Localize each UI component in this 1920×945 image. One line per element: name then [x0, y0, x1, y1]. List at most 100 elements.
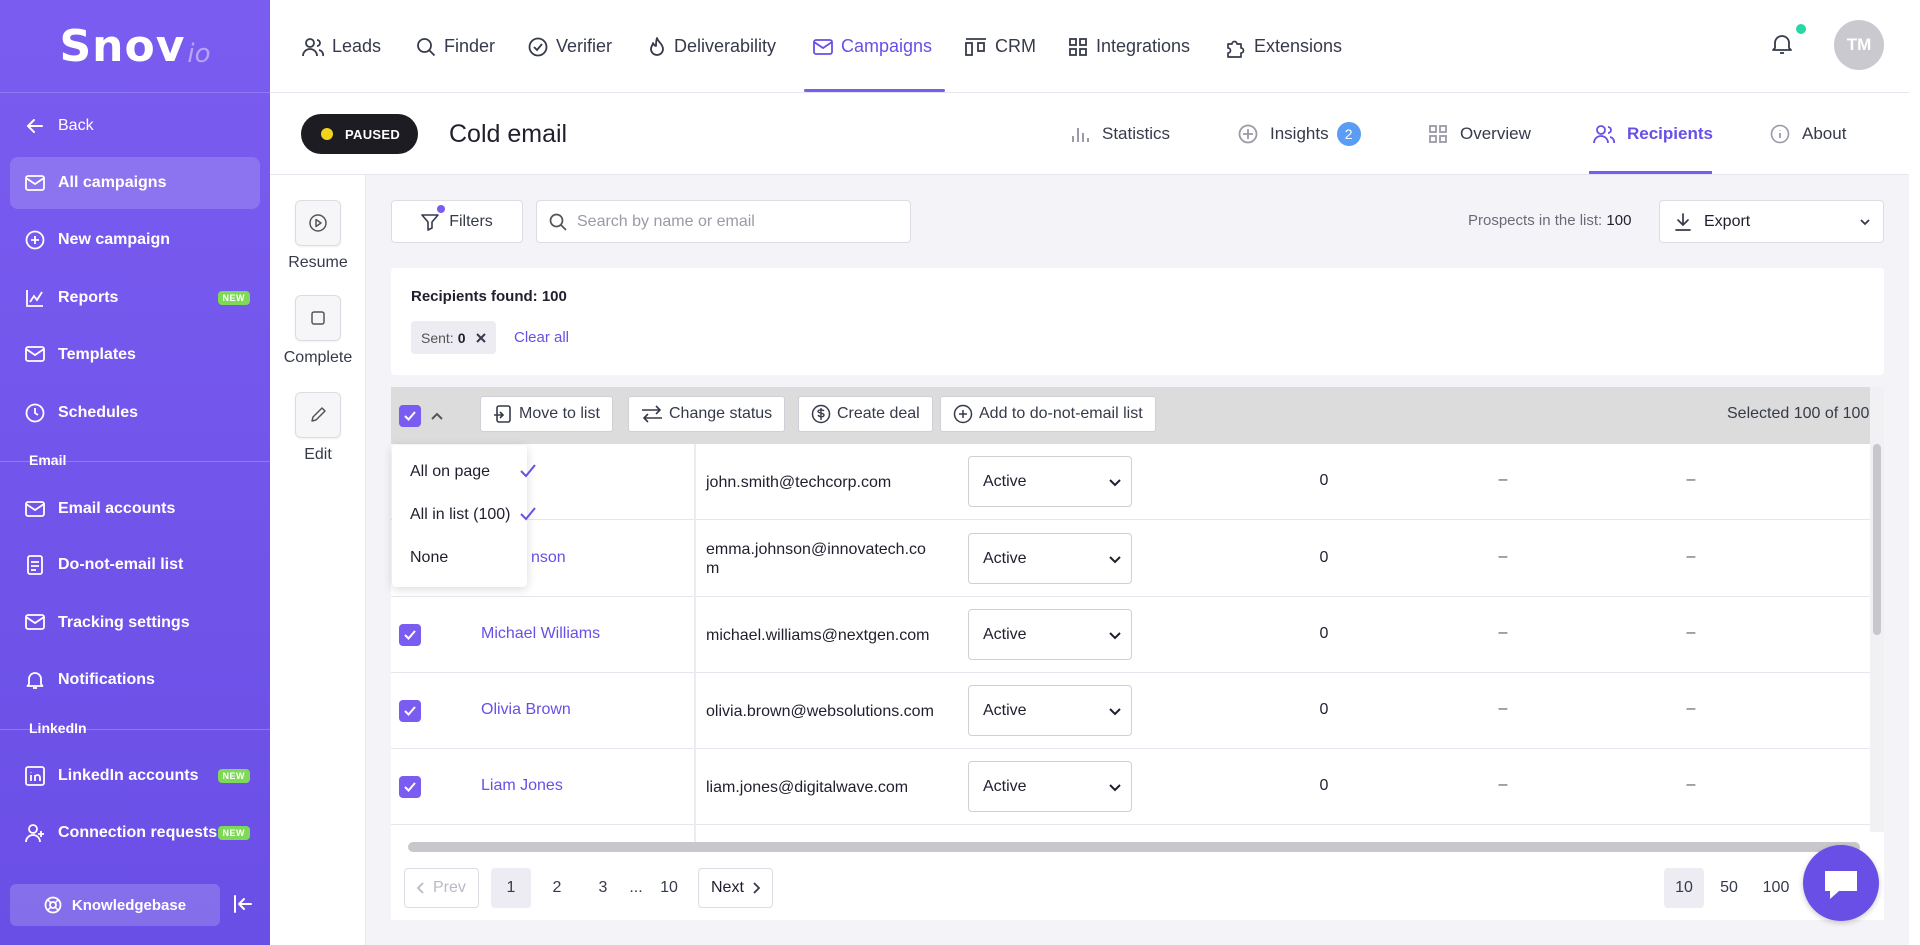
- status-select[interactable]: Active: [968, 761, 1132, 812]
- collapse-sidebar-icon[interactable]: [232, 893, 254, 915]
- vertical-scrollbar-thumb[interactable]: [1873, 444, 1881, 635]
- page-3[interactable]: 3: [583, 868, 623, 908]
- select-none[interactable]: None: [410, 549, 448, 567]
- status-select[interactable]: Active: [968, 685, 1132, 736]
- page-2[interactable]: 2: [537, 868, 577, 908]
- cell-dash: –: [1498, 471, 1508, 488]
- resume-button[interactable]: Resume: [270, 200, 366, 272]
- tab-insights[interactable]: Insights 2: [1238, 93, 1361, 175]
- search-field[interactable]: [536, 200, 911, 243]
- search-input[interactable]: [577, 212, 897, 231]
- status-select[interactable]: Active: [968, 533, 1132, 584]
- clock-icon: [24, 402, 46, 424]
- table-row[interactable]: john.smith@techcorp.com Active 0 – –: [391, 444, 1871, 520]
- nav-leads[interactable]: Leads: [302, 0, 381, 93]
- status-select[interactable]: Active: [968, 456, 1132, 507]
- filters-button[interactable]: Filters: [391, 200, 523, 243]
- page-size-50[interactable]: 50: [1709, 868, 1749, 908]
- sidebar-item-all-campaigns[interactable]: All campaigns: [10, 157, 260, 209]
- filters-label: Filters: [449, 212, 493, 230]
- sidebar-item-new-campaign[interactable]: New campaign: [10, 214, 260, 266]
- select-all-in-list[interactable]: All in list (100): [410, 506, 510, 524]
- tab-overview[interactable]: Overview: [1428, 93, 1531, 175]
- chevron-up-icon[interactable]: [431, 411, 443, 421]
- complete-label: Complete: [283, 349, 353, 366]
- edit-button[interactable]: Edit: [270, 392, 366, 464]
- sent-count: 0: [1319, 549, 1329, 566]
- recipient-name[interactable]: Michael Williams: [481, 625, 600, 643]
- logo[interactable]: Snov io: [0, 0, 270, 93]
- sidebar-item-reports[interactable]: Reports NEW: [10, 272, 260, 324]
- cell-dash: –: [1686, 471, 1696, 488]
- select-all-checkbox[interactable]: [399, 405, 421, 427]
- add-to-do-not-email-button[interactable]: Add to do-not-email list: [940, 396, 1156, 432]
- knowledgebase-button[interactable]: Knowledgebase: [10, 884, 220, 926]
- sidebar: Snov io Back All campaigns New campaign R…: [0, 0, 270, 945]
- avatar[interactable]: TM: [1834, 20, 1884, 70]
- table-row[interactable]: Michael Williams michael.williams@nextge…: [391, 597, 1871, 673]
- clear-all-link[interactable]: Clear all: [514, 329, 569, 346]
- nav-crm[interactable]: CRM: [965, 0, 1036, 93]
- tab-label: Statistics: [1102, 124, 1171, 143]
- row-checkbox[interactable]: [399, 700, 421, 722]
- sidebar-item-email-accounts[interactable]: Email accounts: [10, 483, 260, 535]
- nav-label: CRM: [995, 36, 1036, 56]
- recipient-name[interactable]: nson: [531, 549, 566, 567]
- horizontal-scrollbar[interactable]: [408, 842, 1860, 852]
- tab-recipients[interactable]: Recipients: [1593, 93, 1713, 175]
- nav-integrations[interactable]: Integrations: [1068, 0, 1190, 93]
- select-all-on-page[interactable]: All on page: [410, 463, 490, 481]
- section-divider: [0, 729, 270, 730]
- prev-page-button[interactable]: Prev: [404, 868, 479, 908]
- table-row[interactable]: Olivia Brown olivia.brown@websolutions.c…: [391, 673, 1871, 749]
- status-value: Active: [983, 777, 1027, 795]
- tab-statistics[interactable]: Statistics: [1070, 93, 1170, 175]
- page-size-100[interactable]: 100: [1752, 868, 1800, 908]
- page-title: Cold email: [449, 120, 568, 148]
- chevron-down-icon: [1109, 708, 1121, 716]
- recipient-name[interactable]: Olivia Brown: [481, 701, 571, 719]
- page-10[interactable]: 10: [649, 868, 689, 908]
- recipient-email: emma.johnson@innovatech.co m: [706, 541, 926, 577]
- chart-icon: [24, 287, 46, 309]
- nav-finder[interactable]: Finder: [416, 0, 495, 93]
- sidebar-item-tracking-settings[interactable]: Tracking settings: [10, 597, 260, 649]
- page-size-10[interactable]: 10: [1664, 868, 1704, 908]
- row-checkbox[interactable]: [399, 624, 421, 646]
- nav-deliverability[interactable]: Deliverability: [648, 0, 776, 93]
- sidebar-item-do-not-email[interactable]: Do-not-email list: [10, 539, 260, 591]
- sidebar-item-schedules[interactable]: Schedules: [10, 387, 260, 439]
- selected-count: Selected 100 of 100: [1727, 405, 1870, 422]
- users-icon: [1593, 125, 1615, 144]
- recipient-name[interactable]: Liam Jones: [481, 777, 563, 795]
- nav-extensions[interactable]: Extensions: [1224, 0, 1342, 93]
- chat-widget-button[interactable]: [1803, 845, 1879, 921]
- sidebar-item-templates[interactable]: Templates: [10, 329, 260, 381]
- export-dropdown[interactable]: Export: [1659, 200, 1884, 243]
- change-status-button[interactable]: Change status: [628, 396, 786, 432]
- nav-campaigns[interactable]: Campaigns: [813, 0, 932, 93]
- close-icon[interactable]: [475, 332, 486, 343]
- move-to-list-button[interactable]: Move to list: [480, 396, 613, 432]
- notification-dot: [1794, 22, 1808, 36]
- complete-button[interactable]: Complete: [270, 295, 366, 367]
- page-1[interactable]: 1: [491, 868, 531, 908]
- sidebar-item-connection-requests[interactable]: Connection requests NEW: [10, 807, 260, 859]
- next-page-button[interactable]: Next: [698, 868, 773, 908]
- table-row[interactable]: nson emma.johnson@innovatech.co m Active…: [391, 521, 1871, 597]
- sidebar-item-linkedin-accounts[interactable]: LinkedIn accounts NEW: [10, 750, 260, 802]
- tab-label: Overview: [1460, 124, 1531, 143]
- back-link[interactable]: Back: [10, 100, 260, 152]
- bar-chart-icon: [1072, 128, 1089, 142]
- sidebar-item-notifications[interactable]: Notifications: [10, 654, 260, 706]
- nav-verifier[interactable]: Verifier: [528, 0, 612, 93]
- check-icon: [520, 464, 536, 478]
- table-row[interactable]: Liam Jones liam.jones@digitalwave.com Ac…: [391, 749, 1871, 825]
- select-dropdown-menu: All on page All in list (100) None: [392, 445, 536, 587]
- bell-icon[interactable]: [1772, 33, 1792, 55]
- status-select[interactable]: Active: [968, 609, 1132, 660]
- row-checkbox[interactable]: [399, 776, 421, 798]
- create-deal-button[interactable]: Create deal: [798, 396, 933, 432]
- sent-count: 0: [1319, 472, 1329, 489]
- tab-about[interactable]: About: [1770, 93, 1846, 175]
